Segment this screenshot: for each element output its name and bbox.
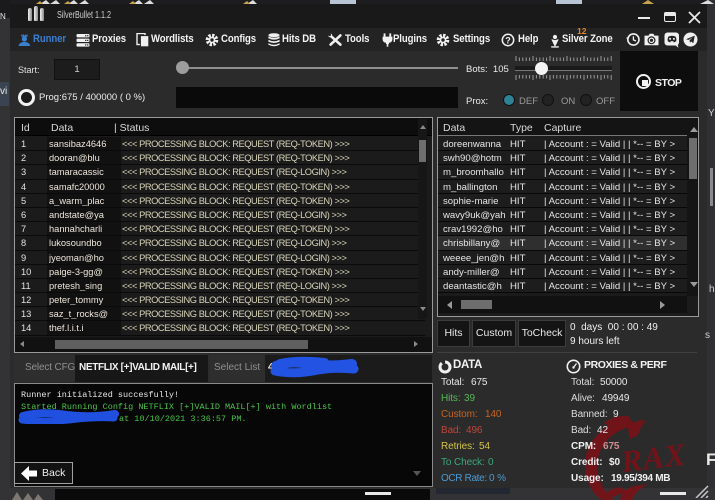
svg-text:?: ? — [505, 35, 511, 45]
